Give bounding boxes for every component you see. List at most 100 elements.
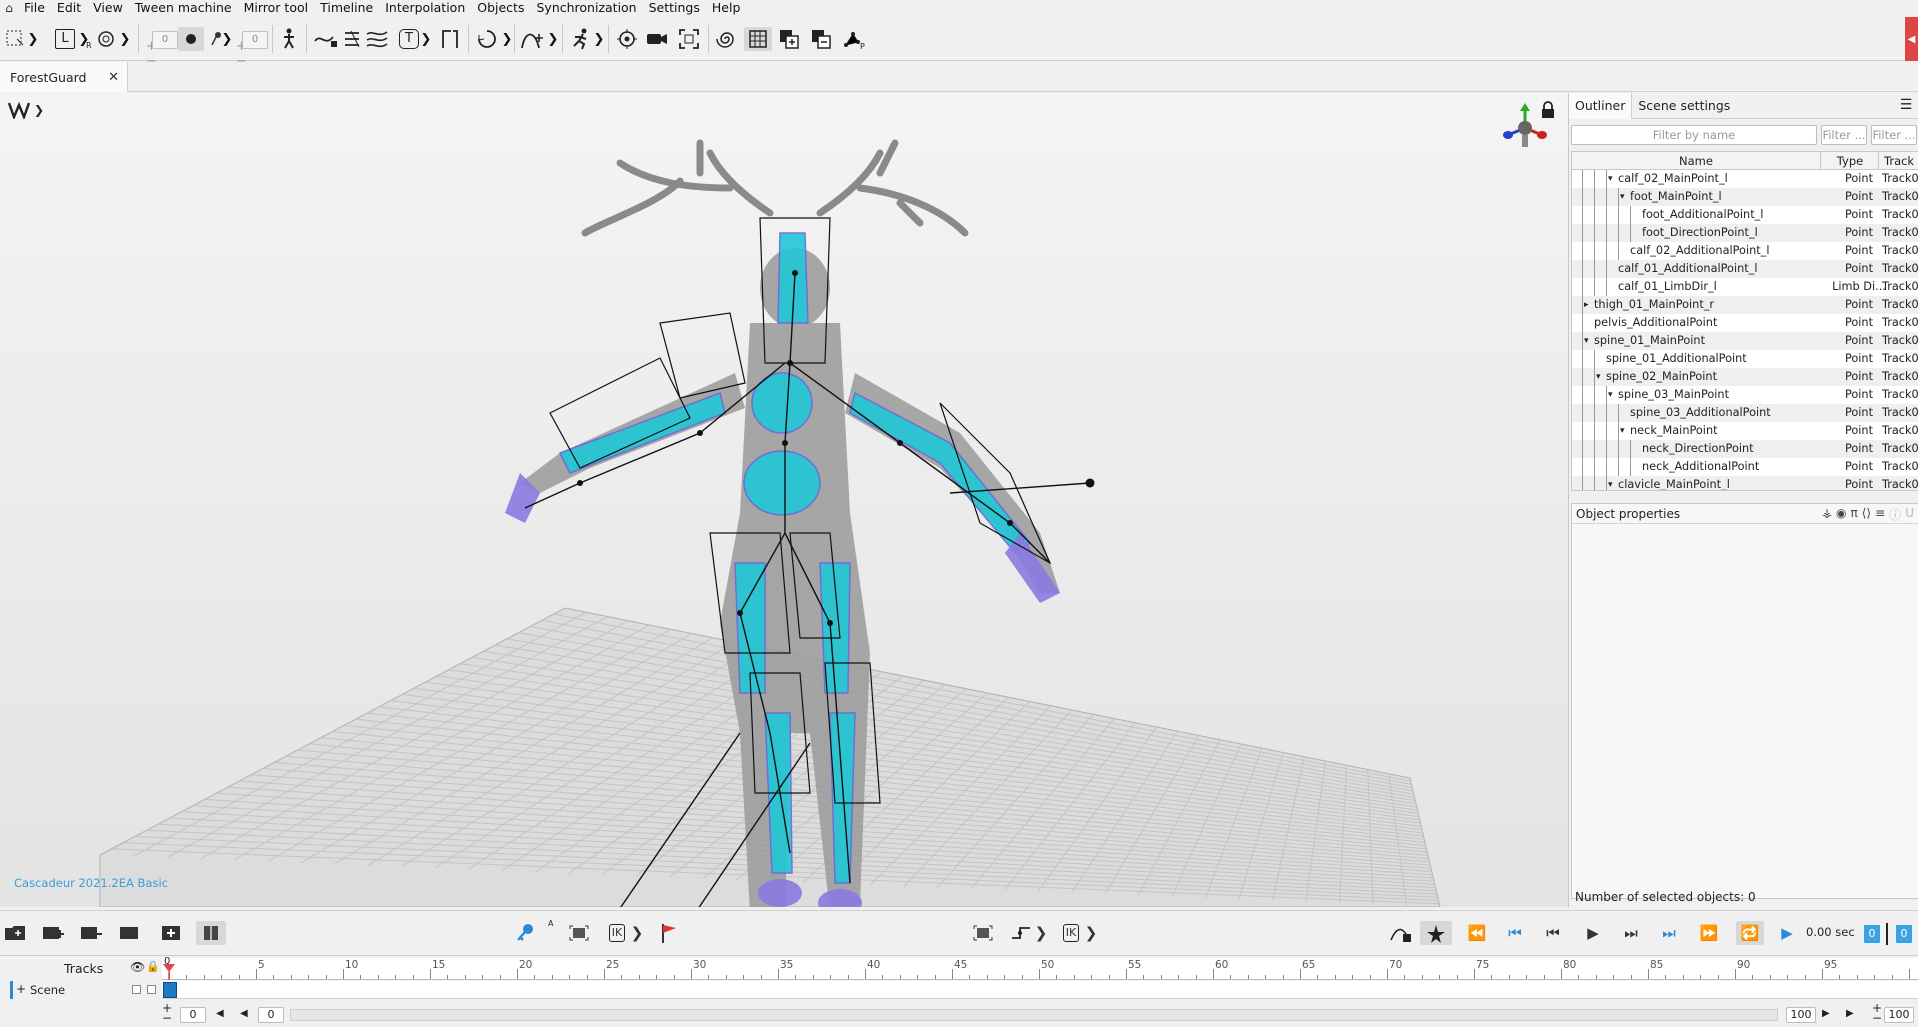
remove-layer-icon[interactable] [808, 27, 834, 51]
play-icon[interactable]: ▶ [1580, 921, 1606, 945]
chevron-right-icon[interactable]: ❯ [631, 921, 644, 945]
chevron-right-icon[interactable]: ❯ [594, 27, 605, 51]
timeline-scrollbar[interactable] [290, 1009, 1778, 1021]
add-track-icon[interactable] [40, 921, 66, 945]
3d-viewport[interactable]: ❯ Cascadeur 2021.2EA Basic [0, 93, 1568, 907]
unit-icon[interactable]: U [1905, 506, 1914, 523]
code-icon[interactable]: ⟨⟩ [1862, 506, 1871, 523]
outliner-row[interactable]: ▾ foot_MainPoint_l Point Track0 [1572, 188, 1918, 206]
current-frame-field[interactable]: 0 [258, 1007, 284, 1023]
frame-focus-icon[interactable] [676, 27, 702, 51]
chevron-right-icon[interactable]: ❯ [548, 27, 559, 51]
keyframe-button[interactable] [178, 27, 204, 51]
outliner-row[interactable]: foot_AdditionalPoint_l Point Track0 [1572, 206, 1918, 224]
spiral-icon[interactable] [714, 27, 740, 51]
chevron-right-icon[interactable]: ❯ [120, 27, 131, 51]
loop-playback-icon[interactable]: 🔁 [1736, 921, 1764, 945]
menu-file[interactable]: File [18, 0, 51, 16]
chevron-right-icon[interactable]: ❯ [1085, 921, 1098, 945]
start-frame-field[interactable]: 0 [180, 1007, 206, 1023]
step-interpolation-icon[interactable] [1008, 921, 1034, 945]
outliner-row[interactable]: ▾ spine_01_MainPoint Point Track0 [1572, 332, 1918, 350]
arc-add-icon[interactable] [518, 27, 546, 51]
bracket-icon[interactable] [438, 27, 462, 51]
chevron-right-icon[interactable]: ▶ [1822, 1008, 1830, 1019]
select-mode-button[interactable]: L [54, 27, 76, 51]
auto-key-icon[interactable] [1420, 921, 1452, 945]
column-type[interactable]: Type [1824, 154, 1876, 168]
menu-mirror-tool[interactable]: Mirror tool [238, 0, 314, 16]
visibility-icon[interactable]: 👁 [130, 960, 145, 974]
outliner-row[interactable]: spine_01_AdditionalPoint Point Track0 [1572, 350, 1918, 368]
loop-icon[interactable] [474, 27, 500, 51]
grid-toggle-icon[interactable] [744, 27, 772, 51]
close-icon[interactable]: ✕ [108, 70, 119, 85]
chevron-left-icon[interactable]: ◀ [240, 1008, 248, 1019]
expand-toggle-icon[interactable]: ▾ [1596, 368, 1601, 386]
expand-toggle-icon[interactable]: ▾ [1608, 170, 1613, 188]
running-man-icon[interactable] [568, 27, 594, 51]
remove-track-icon[interactable] [78, 921, 104, 945]
outliner-row[interactable]: foot_DirectionPoint_l Point Track0 [1572, 224, 1918, 242]
motion-trail-icon[interactable] [364, 27, 390, 51]
menu-synchronization[interactable]: Synchronization [530, 0, 642, 16]
current-frame-b[interactable]: 0 [1896, 925, 1912, 943]
fit-frame-icon[interactable] [566, 921, 592, 945]
expand-toggle-icon[interactable]: ▾ [1584, 332, 1589, 350]
track-view-icon[interactable] [116, 921, 142, 945]
interval-b-field[interactable]: 0 [242, 31, 268, 49]
home-icon[interactable]: ⌂ [0, 0, 18, 16]
camera-icon[interactable] [644, 27, 670, 51]
expand-toggle-icon[interactable]: ▾ [1620, 188, 1625, 206]
chevron-right-icon[interactable]: ❯ [502, 27, 513, 51]
track-lane[interactable] [162, 981, 1918, 999]
chevron-right-icon[interactable]: ▶ [1846, 1008, 1854, 1019]
outliner-row[interactable]: ▾ calf_02_MainPoint_l Point Track0 [1572, 170, 1918, 188]
tab-outliner[interactable]: Outliner [1569, 92, 1633, 119]
outliner-row[interactable]: ▸ thigh_01_MainPoint_r Point Track0 [1572, 296, 1918, 314]
outliner-row[interactable]: neck_DirectionPoint Point Track0 [1572, 440, 1918, 458]
track-visibility-checkbox[interactable] [132, 985, 141, 994]
outliner-tree[interactable]: Name Type Track ▾ calf_02_MainPoint_l Poin… [1571, 151, 1918, 491]
prev-key-icon[interactable]: ⏮ [1502, 921, 1528, 945]
node-graph-icon[interactable]: P [840, 27, 868, 51]
add-keyframe-icon[interactable] [158, 921, 184, 945]
chevron-right-icon[interactable]: ❯ [79, 27, 90, 51]
end-frame-field[interactable]: 100 [1786, 1007, 1816, 1023]
filter-type-input[interactable]: Filter ... [1821, 125, 1867, 145]
menu-objects[interactable]: Objects [471, 0, 530, 16]
outliner-row[interactable]: calf_01_AdditionalPoint_l Point Track0 [1572, 260, 1918, 278]
document-tab[interactable]: ForestGuard ✕ [0, 62, 128, 92]
lock-icon[interactable] [1540, 101, 1556, 119]
menu-view[interactable]: View [87, 0, 129, 16]
outliner-row[interactable]: ▾ clavicle_MainPoint_l Point Track0 [1572, 476, 1918, 490]
expand-toggle-icon[interactable]: ▾ [1608, 386, 1613, 404]
interval-a-field[interactable]: 0 [152, 31, 178, 49]
track-lock-checkbox[interactable] [147, 985, 156, 994]
curve-icon[interactable] [312, 27, 340, 51]
ik-toggle-icon[interactable]: IK [604, 921, 630, 945]
hierarchy-icon[interactable]: ⚶ [1822, 506, 1832, 523]
outliner-row[interactable]: ▾ spine_02_MainPoint Point Track0 [1572, 368, 1918, 386]
outliner-row[interactable]: ▾ neck_MainPoint Point Track0 [1572, 422, 1918, 440]
text-tool-button[interactable]: T [398, 27, 420, 51]
menu-settings[interactable]: Settings [643, 0, 706, 16]
current-frame-a[interactable]: 0 [1864, 925, 1880, 943]
filter-track-input[interactable]: Filter ... [1871, 125, 1917, 145]
next-frame-icon[interactable]: ⏭ [1618, 921, 1644, 945]
outliner-row[interactable]: spine_03_AdditionalPoint Point Track0 [1572, 404, 1918, 422]
character-icon[interactable] [278, 27, 300, 51]
track-row-scene[interactable]: + Scene [0, 981, 1918, 999]
menu-edit[interactable]: Edit [51, 0, 87, 16]
menu-interpolation[interactable]: Interpolation [379, 0, 471, 16]
pi-icon[interactable]: π [1851, 506, 1858, 523]
interpolation-lock-icon[interactable] [1388, 921, 1414, 945]
list-icon[interactable]: ≡ [1875, 506, 1885, 523]
target-icon[interactable] [614, 27, 640, 51]
expand-toggle-icon[interactable]: ▸ [1584, 296, 1589, 314]
menu-timeline[interactable]: Timeline [314, 0, 379, 16]
fast-forward-icon[interactable]: ⏩ [1696, 921, 1722, 945]
outliner-row[interactable]: pelvis_AdditionalPoint Point Track0 [1572, 314, 1918, 332]
outliner-row[interactable]: neck_AdditionalPoint Point Track0 [1572, 458, 1918, 476]
column-name[interactable]: Name [1572, 154, 1820, 168]
